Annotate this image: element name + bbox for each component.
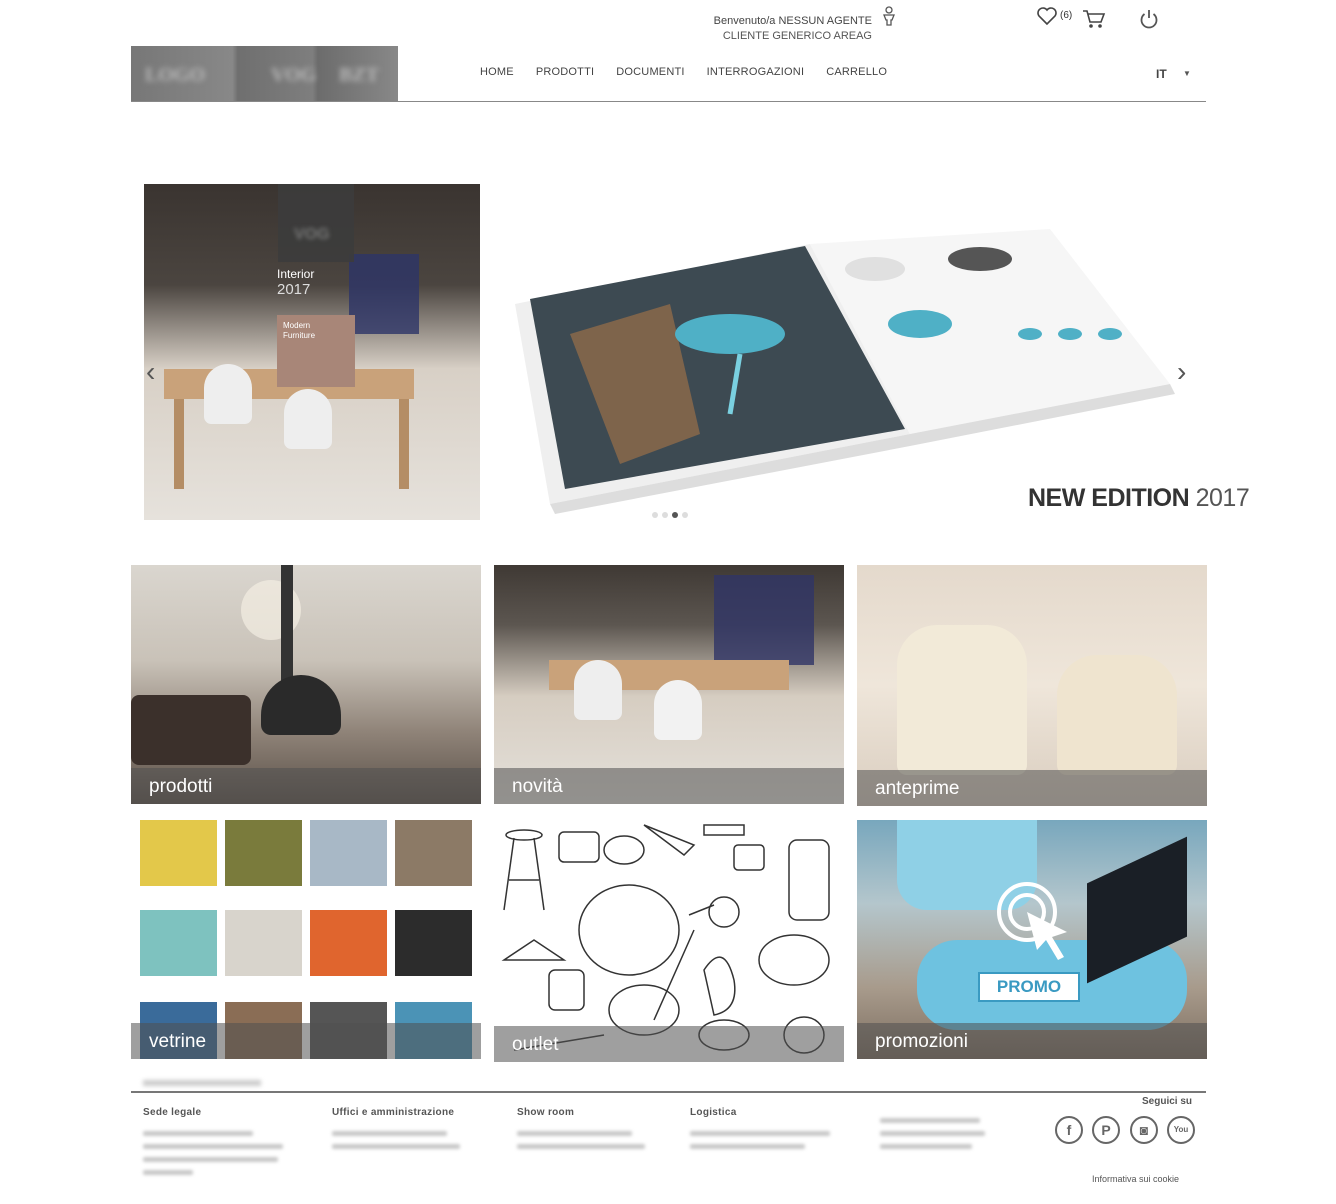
tile-label: vetrine bbox=[131, 1023, 481, 1059]
slider-dot[interactable] bbox=[682, 512, 688, 518]
instagram-icon[interactable]: ◙ bbox=[1130, 1116, 1158, 1144]
welcome-line-agent: Benvenuto/a NESSUN AGENTE bbox=[713, 15, 872, 27]
tile-label: promozioni bbox=[857, 1023, 1207, 1059]
welcome-line-customer: CLIENTE GENERICO AREAG bbox=[722, 30, 872, 42]
welcome-message: Benvenuto/a NESSUN AGENTE CLIENTE GENERI… bbox=[640, 14, 872, 44]
nav-item-documenti[interactable]: DOCUMENTI bbox=[616, 66, 684, 78]
user-icon[interactable] bbox=[880, 6, 898, 26]
power-icon[interactable] bbox=[1138, 8, 1160, 30]
tile-novita[interactable]: novità bbox=[494, 565, 844, 804]
pinterest-icon[interactable]: P bbox=[1092, 1116, 1120, 1144]
slider-dot-active[interactable] bbox=[672, 512, 678, 518]
slider-dot[interactable] bbox=[662, 512, 668, 518]
tile-prodotti[interactable]: prodotti bbox=[131, 565, 481, 804]
tile-promozioni[interactable]: PROMO promozioni bbox=[857, 820, 1207, 1059]
slide-left-image: VOG Interior 2017 Modern Furniture bbox=[144, 184, 480, 520]
footer-col-uffici: Uffici e amministrazione bbox=[332, 1107, 455, 1118]
footer-company-name bbox=[143, 1080, 261, 1086]
wishlist-count[interactable]: (6) bbox=[1060, 10, 1072, 21]
cart-icon[interactable] bbox=[1082, 8, 1106, 30]
heart-icon[interactable] bbox=[1036, 6, 1058, 26]
slide-main-image bbox=[510, 184, 1200, 530]
footer-col-showroom: Show room bbox=[517, 1107, 575, 1118]
header-divider bbox=[131, 101, 1206, 102]
tile-anteprime[interactable]: anteprime bbox=[857, 565, 1207, 806]
tile-outlet[interactable]: outlet bbox=[494, 820, 844, 1062]
slider-dots bbox=[652, 512, 688, 518]
nav-item-prodotti[interactable]: PRODOTTI bbox=[536, 66, 594, 78]
tile-label: outlet bbox=[494, 1026, 844, 1062]
promo-badge: PROMO bbox=[978, 972, 1080, 1002]
language-selector[interactable]: IT bbox=[1156, 67, 1167, 81]
footer-col-logistica: Logistica bbox=[690, 1107, 737, 1118]
footer-col-sede-legale: Sede legale bbox=[143, 1107, 202, 1118]
follow-label: Seguici su bbox=[1142, 1096, 1193, 1107]
nav-item-home[interactable]: HOME bbox=[480, 66, 514, 78]
catalog-book-illustration bbox=[515, 229, 1175, 514]
slide-left-title: Interior 2017 bbox=[277, 267, 315, 298]
nav-item-interrogazioni[interactable]: INTERROGAZIONI bbox=[707, 66, 805, 78]
tile-label: novità bbox=[494, 768, 844, 804]
footer-divider bbox=[131, 1091, 1206, 1093]
slide-left-tag: Modern Furniture bbox=[277, 315, 355, 387]
slide-brand-box bbox=[278, 184, 354, 262]
nav-item-carrello[interactable]: CARRELLO bbox=[826, 66, 887, 78]
tile-label: prodotti bbox=[131, 768, 481, 804]
main-nav: HOME PRODOTTI DOCUMENTI INTERROGAZIONI C… bbox=[480, 66, 887, 78]
slider-dot[interactable] bbox=[652, 512, 658, 518]
chevron-down-icon[interactable]: ▼ bbox=[1183, 69, 1191, 78]
company-logo[interactable]: LOGO VOG BZT bbox=[131, 46, 398, 102]
slider-next-arrow[interactable]: › bbox=[1177, 356, 1186, 388]
tile-vetrine[interactable]: vetrine bbox=[131, 820, 481, 1059]
youtube-icon[interactable]: You bbox=[1167, 1116, 1195, 1144]
tile-label: anteprime bbox=[857, 770, 1207, 806]
cursor-click-icon bbox=[997, 882, 1067, 960]
facebook-icon[interactable]: f bbox=[1055, 1116, 1083, 1144]
cookie-policy-link[interactable]: Informativa sui cookie bbox=[1092, 1174, 1179, 1184]
slider-prev-arrow[interactable]: ‹ bbox=[146, 356, 155, 388]
slide-caption: NEW EDITION 2017 bbox=[1028, 484, 1250, 512]
